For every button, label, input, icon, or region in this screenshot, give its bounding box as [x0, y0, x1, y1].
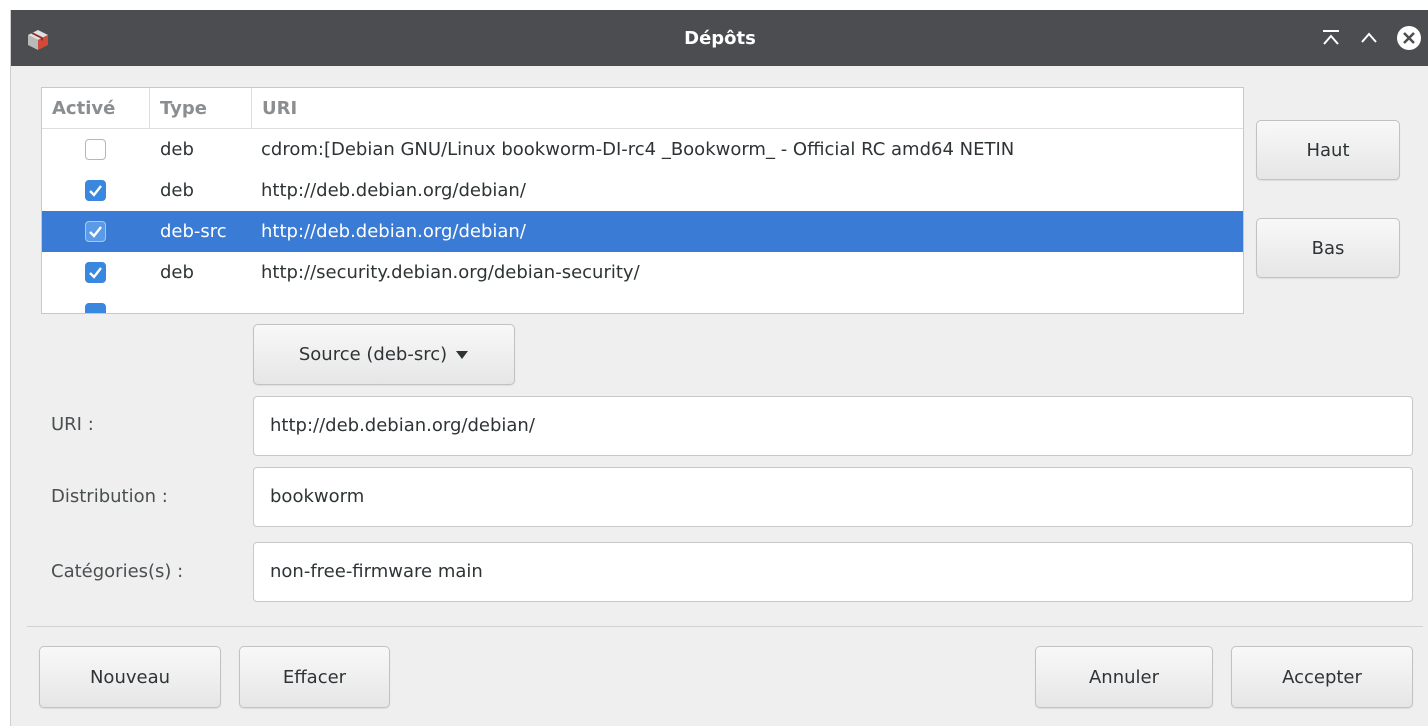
table-row-partial[interactable]	[42, 293, 1243, 313]
erase-button[interactable]: Effacer	[239, 646, 390, 708]
triangle-down-icon	[455, 344, 469, 365]
distribution-label: Distribution :	[51, 486, 168, 507]
row-type: deb	[160, 139, 194, 160]
enabled-checkbox[interactable]	[85, 303, 106, 313]
repositories-dialog: Dépôts Activé Type URI deb cdrom:[Debian…	[10, 10, 1428, 726]
row-type: deb-src	[160, 221, 227, 242]
categories-field[interactable]: non-free-firmware main	[253, 542, 1413, 602]
new-button[interactable]: Nouveau	[39, 646, 221, 708]
table-row[interactable]: deb http://security.debian.org/debian-se…	[42, 252, 1243, 293]
row-uri: http://security.debian.org/debian-securi…	[261, 262, 640, 283]
title-bar[interactable]: Dépôts	[11, 10, 1428, 66]
row-uri: http://deb.debian.org/debian/	[261, 221, 526, 242]
source-type-dropdown[interactable]: Source (deb-src)	[253, 324, 515, 385]
minimize-icon[interactable]	[1317, 24, 1345, 52]
footer-separator	[27, 626, 1423, 627]
window-title: Dépôts	[684, 28, 756, 49]
cancel-button[interactable]: Annuler	[1035, 646, 1213, 708]
list-header: Activé Type URI	[42, 88, 1243, 129]
row-uri: cdrom:[Debian GNU/Linux bookworm-DI-rc4 …	[261, 139, 1015, 160]
distribution-field[interactable]: bookworm	[253, 467, 1413, 527]
column-header-type[interactable]: Type	[150, 88, 252, 129]
accept-button[interactable]: Accepter	[1231, 646, 1413, 708]
categories-label: Catégories(s) :	[51, 561, 184, 582]
maximize-icon[interactable]	[1355, 24, 1383, 52]
column-header-enabled[interactable]: Activé	[42, 88, 150, 129]
enabled-checkbox[interactable]	[85, 221, 106, 242]
column-header-uri[interactable]: URI	[252, 88, 1243, 129]
table-row[interactable]: deb http://deb.debian.org/debian/	[42, 170, 1243, 211]
close-icon[interactable]	[1395, 24, 1423, 52]
enabled-checkbox[interactable]	[85, 180, 106, 201]
table-row[interactable]: deb-src http://deb.debian.org/debian/	[42, 211, 1243, 252]
move-down-button[interactable]: Bas	[1256, 218, 1400, 278]
uri-field[interactable]: http://deb.debian.org/debian/	[253, 396, 1413, 456]
row-type: deb	[160, 262, 194, 283]
uri-label: URI :	[51, 414, 94, 435]
enabled-checkbox[interactable]	[85, 262, 106, 283]
row-type: deb	[160, 180, 194, 201]
table-row[interactable]: deb cdrom:[Debian GNU/Linux bookworm-DI-…	[42, 129, 1243, 170]
row-uri: http://deb.debian.org/debian/	[261, 180, 526, 201]
source-type-label: Source (deb-src)	[298, 344, 448, 365]
enabled-checkbox[interactable]	[85, 139, 106, 160]
repository-list[interactable]: Activé Type URI deb cdrom:[Debian GNU/Li…	[41, 87, 1244, 314]
move-up-button[interactable]: Haut	[1256, 120, 1400, 180]
